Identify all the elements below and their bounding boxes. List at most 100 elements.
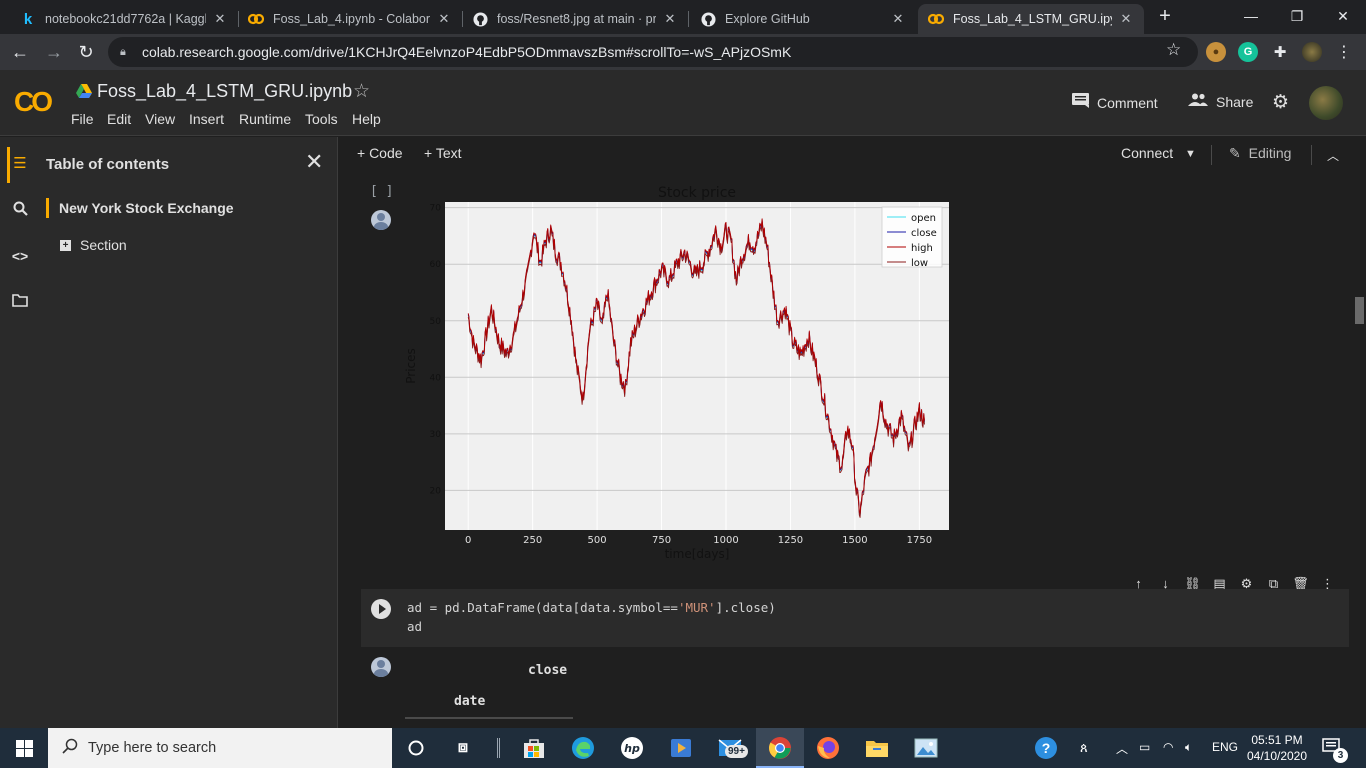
dataframe-rule <box>405 717 573 719</box>
notebook-title[interactable]: Foss_Lab_4_LSTM_GRU.ipynb <box>97 81 352 102</box>
code-line-2[interactable]: ad <box>407 619 422 634</box>
settings-gear-icon[interactable]: ⚙ <box>1272 91 1289 114</box>
browser-menu-icon[interactable]: ⋮ <box>1336 42 1352 62</box>
photos-icon[interactable] <box>913 735 939 761</box>
dataframe-index-header: date <box>454 694 486 709</box>
chart-title: Stock price <box>658 185 736 201</box>
chart-svg: 0 250 500 750 1000 1250 1500 1750 20 30 40 50 60 70 op… <box>404 185 949 561</box>
search-placeholder: Type here to search <box>88 740 217 756</box>
close-window-button[interactable]: ✕ <box>1320 0 1366 32</box>
add-code-cell-button[interactable]: + Code <box>357 145 403 161</box>
connect-dropdown-icon[interactable]: ▼ <box>1185 148 1196 160</box>
x-tick-label: 250 <box>523 535 542 546</box>
expand-plus-icon[interactable]: + <box>60 239 71 251</box>
comment-label: Comment <box>1097 94 1158 111</box>
menu-tools[interactable]: Tools <box>305 111 338 127</box>
x-tick-label: 750 <box>652 535 671 546</box>
file-explorer-icon[interactable] <box>864 735 890 761</box>
media-player-icon[interactable] <box>668 735 694 761</box>
firefox-icon[interactable] <box>815 735 841 761</box>
toc-item-section[interactable]: + Section <box>60 237 127 253</box>
menu-insert[interactable]: Insert <box>189 111 224 127</box>
close-icon[interactable]: ✕ <box>305 149 323 175</box>
bookmark-star-icon[interactable]: ☆ <box>1166 40 1181 60</box>
close-tab-icon[interactable]: ✕ <box>436 11 452 27</box>
edge-browser-icon[interactable] <box>570 735 596 761</box>
toc-item-label: Section <box>80 237 127 253</box>
y-tick-label: 70 <box>430 204 442 214</box>
run-cell-button[interactable] <box>371 599 391 619</box>
back-button[interactable]: ← <box>6 38 34 66</box>
tab-colab-lstm-active[interactable]: Foss_Lab_4_LSTM_GRU.ipynb - ✕ <box>918 4 1144 34</box>
restore-button[interactable]: ❐ <box>1274 0 1320 32</box>
reload-button[interactable]: ↻ <box>72 38 100 66</box>
extensions-puzzle-icon[interactable]: ✚ <box>1270 42 1290 62</box>
x-tick-label: 1500 <box>842 535 867 546</box>
y-tick-label: 60 <box>430 260 442 270</box>
x-axis-label: time[days] <box>665 547 730 561</box>
tab-colab-lab4[interactable]: Foss_Lab_4.ipynb - Colaborato ✕ <box>238 4 462 34</box>
x-tick-label: 500 <box>588 535 607 546</box>
browser-toolbar: ← → ↻ 🔒︎ colab.research.google.com/drive… <box>0 34 1366 70</box>
microsoft-store-icon[interactable] <box>521 735 547 761</box>
battery-icon[interactable]: ▭ <box>1139 740 1150 754</box>
close-tab-icon[interactable]: ✕ <box>890 11 906 27</box>
code-line-1[interactable]: ad = pd.DataFrame(data[data.symbol=='MUR… <box>407 600 776 615</box>
add-text-cell-button[interactable]: + Text <box>424 145 462 161</box>
tab-github-resnet[interactable]: foss/Resnet8.jpg at main · praf ✕ <box>462 4 688 34</box>
task-view-icon[interactable]: ⧈ <box>450 735 476 761</box>
hp-icon[interactable]: hp <box>619 735 645 761</box>
minimize-button[interactable]: — <box>1228 0 1274 32</box>
colab-logo[interactable]: CO <box>14 86 53 118</box>
new-tab-button[interactable]: + <box>1152 5 1178 29</box>
tab-explore-github[interactable]: Explore GitHub ✕ <box>690 4 916 34</box>
menu-edit[interactable]: Edit <box>107 111 131 127</box>
user-avatar[interactable] <box>1309 86 1343 120</box>
share-label: Share <box>1216 93 1254 110</box>
collapse-header-icon[interactable]: ︿ <box>1327 147 1339 164</box>
x-tick-label: 1000 <box>713 535 738 546</box>
scrollbar-thumb[interactable] <box>1355 297 1364 324</box>
code-snippets-icon[interactable]: <> <box>0 248 40 264</box>
comment-button[interactable]: Comment <box>1072 93 1158 112</box>
close-tab-icon[interactable]: ✕ <box>1118 11 1134 27</box>
code-cell[interactable]: ad = pd.DataFrame(data[data.symbol=='MUR… <box>361 589 1349 647</box>
menu-file[interactable]: File <box>71 111 94 127</box>
chrome-icon[interactable] <box>767 735 793 761</box>
tab-title: Explore GitHub <box>725 12 810 26</box>
cookie-extension-icon[interactable]: ● <box>1206 42 1226 62</box>
language-indicator[interactable]: ENG <box>1212 740 1238 754</box>
menu-view[interactable]: View <box>145 111 175 127</box>
forward-button[interactable]: → <box>40 38 68 66</box>
show-hidden-icons-chevron-icon[interactable]: ︿ <box>1116 740 1128 757</box>
toc-item-new-york-stock-exchange[interactable]: New York Stock Exchange <box>46 198 234 218</box>
star-icon[interactable]: ☆ <box>353 80 370 103</box>
volume-icon[interactable]: 🔈︎ <box>1185 740 1192 755</box>
wifi-icon[interactable]: ◠ <box>1163 740 1173 754</box>
menu-runtime[interactable]: Runtime <box>239 111 291 127</box>
connect-button[interactable]: Connect <box>1121 145 1173 161</box>
taskbar-clock[interactable]: 05:51 PM 04/10/2020 <box>1246 732 1308 764</box>
windows-start-button[interactable] <box>0 728 48 768</box>
menu-help[interactable]: Help <box>352 111 381 127</box>
address-bar[interactable]: 🔒︎ colab.research.google.com/drive/1KCHJ… <box>108 37 1198 67</box>
notebook-toolbar: + Code + Text Connect ▼ ✎ Editing ︿ <box>339 137 1366 171</box>
search-icon[interactable] <box>0 201 40 220</box>
people-tray-icon[interactable]: ጰ <box>1080 740 1088 756</box>
profile-avatar[interactable] <box>1302 42 1322 62</box>
folder-icon[interactable] <box>0 294 40 311</box>
people-icon <box>1188 93 1208 110</box>
colab-icon <box>928 11 944 27</box>
table-of-contents-icon[interactable]: ☰ <box>0 154 40 172</box>
grammarly-extension-icon[interactable]: G <box>1238 42 1258 62</box>
notebook-scrollbar[interactable] <box>1352 171 1366 728</box>
taskbar-search-box[interactable]: Type here to search <box>48 728 392 768</box>
close-tab-icon[interactable]: ✕ <box>212 11 228 27</box>
cortana-icon[interactable] <box>403 735 429 761</box>
help-icon[interactable]: ? <box>1035 737 1057 759</box>
close-tab-icon[interactable]: ✕ <box>662 11 678 27</box>
share-button[interactable]: Share <box>1188 93 1253 110</box>
github-icon <box>700 11 716 27</box>
tab-kaggle[interactable]: k notebookc21dd7762a | Kaggle ✕ <box>10 4 238 34</box>
editing-mode-button[interactable]: ✎ Editing <box>1229 145 1291 162</box>
